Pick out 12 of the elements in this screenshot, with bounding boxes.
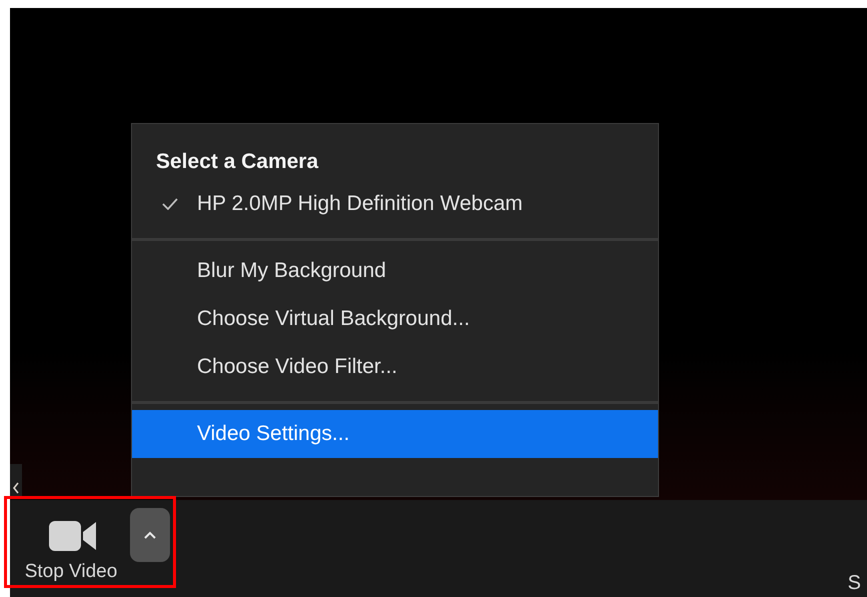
menu-item[interactable]: Video Settings... [132, 410, 658, 458]
chevron-left-icon [12, 482, 20, 494]
menu-item[interactable]: Choose Virtual Background... [132, 295, 658, 343]
collapse-tab[interactable] [10, 464, 22, 498]
menu-heading: Select a Camera [155, 149, 320, 175]
caret-up-icon [144, 531, 156, 539]
video-camera-icon [49, 520, 97, 552]
toolbar-button-label[interactable]: S [848, 572, 861, 595]
stop-video-button[interactable]: Stop Video [12, 518, 130, 597]
menu-item[interactable]: Choose Video Filter... [132, 343, 658, 391]
menu-item[interactable]: Blur My Background [132, 247, 658, 295]
menu-item[interactable]: HP 2.0MP High Definition Webcam [132, 180, 658, 228]
